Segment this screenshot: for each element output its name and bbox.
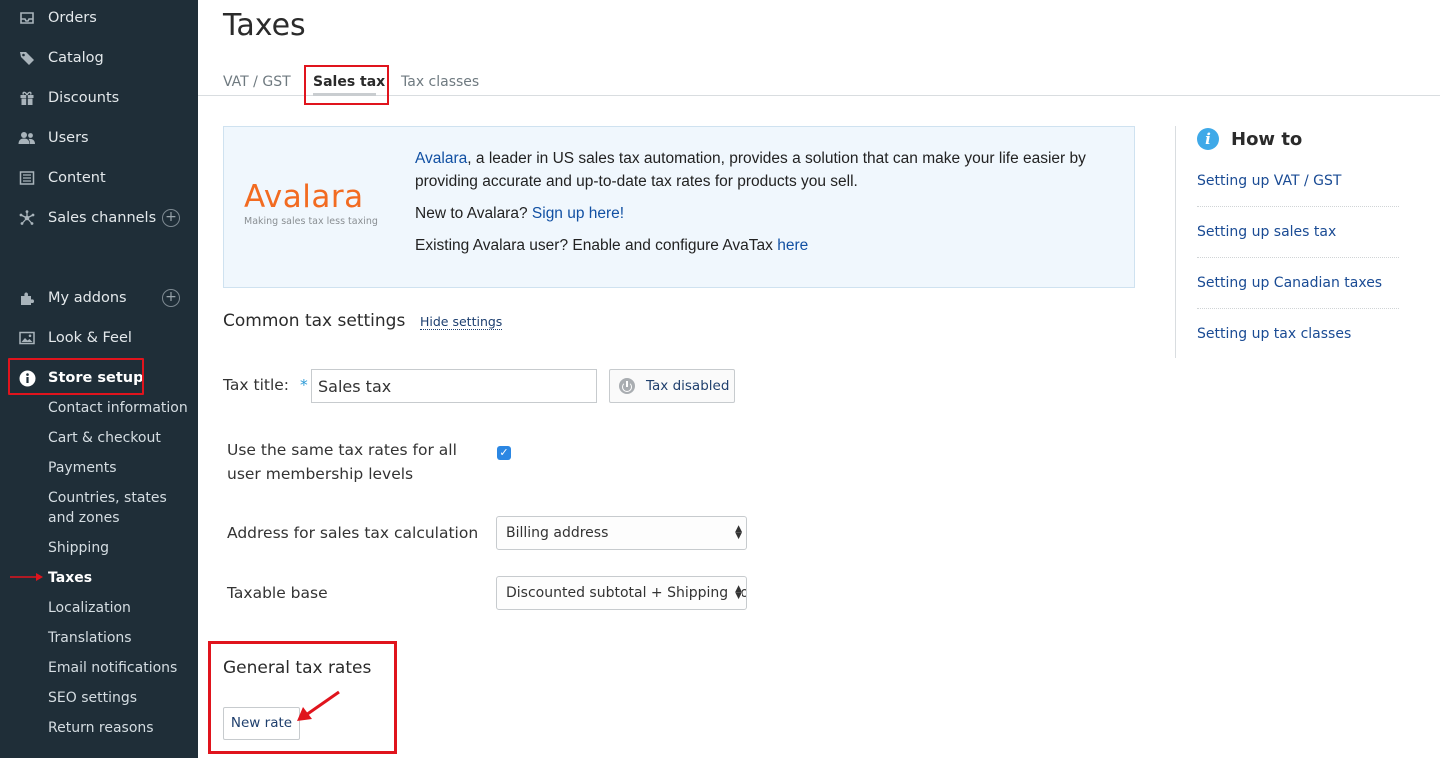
tab-vat-gst[interactable]: VAT / GST [223,74,291,90]
sidebar-subitem-translations[interactable]: Translations [48,628,132,648]
required-asterisk: * [299,376,308,394]
sidebar-item-label: Users [48,130,89,146]
avalara-logo: Avalara Making sales tax less taxing [244,179,404,227]
sidebar-item-users[interactable]: Users [0,123,198,153]
promo-signup-text: New to Avalara? [415,205,532,222]
sidebar-item-label: Content [48,170,106,186]
sidebar: Orders Catalog Discounts Users Content S… [0,0,198,758]
avalara-link[interactable]: Avalara [415,150,467,167]
address-select-value: Billing address [506,525,609,541]
page-title: Taxes [223,8,306,43]
sidebar-subitem-payments[interactable]: Payments [48,458,117,478]
tax-title-label: Tax title: * [223,373,308,397]
sidebar-item-orders[interactable]: Orders [0,3,198,33]
tax-title-input[interactable] [311,369,597,403]
tax-status-label: Tax disabled [646,378,730,394]
sidebar-item-label: Sales channels [48,210,157,226]
sidebar-item-discounts[interactable]: Discounts [0,83,198,113]
divider [1197,206,1399,207]
sidebar-item-label: Catalog [48,50,104,66]
sidebar-subitem-shipping[interactable]: Shipping [48,538,109,558]
sidebar-subitem-cart-checkout[interactable]: Cart & checkout [48,428,161,448]
sidebar-item-my-addons[interactable]: My addons + [0,283,198,313]
users-icon [18,129,36,147]
how-to-title: How to [1231,129,1303,150]
red-arrow-icon [297,690,340,721]
gift-icon [18,89,36,107]
same-rates-label: Use the same tax rates for all user memb… [227,441,457,483]
divider [1197,308,1399,309]
tab-tax-classes[interactable]: Tax classes [401,74,479,90]
new-rate-button[interactable]: New rate [223,707,300,740]
taxable-base-select[interactable]: Discounted subtotal + Shipping cost ▲ ▼ [496,576,747,610]
avalara-promo-banner: Avalara Making sales tax less taxing Ava… [223,126,1135,288]
select-arrows-icon: ▲ ▼ [733,584,742,601]
document-icon [18,169,36,187]
power-icon [619,378,635,394]
sidebar-item-catalog[interactable]: Catalog [0,43,198,73]
sidebar-item-label: My addons [48,290,127,306]
how-to-panel: i How to Setting up VAT / GST Setting up… [1175,126,1415,358]
avalara-tagline: Making sales tax less taxing [244,216,378,227]
sidebar-item-label: Discounts [48,90,120,106]
avatax-configure-link[interactable]: here [777,237,808,254]
general-tax-rates-title: General tax rates [223,658,372,678]
promo-existing-text: Existing Avalara user? Enable and config… [415,237,778,254]
address-select[interactable]: Billing address ▲ ▼ [496,516,747,550]
hide-settings-link[interactable]: Hide settings [420,314,503,330]
sidebar-item-label: Orders [48,10,97,26]
store-setup-highlight-box [8,358,144,395]
puzzle-icon [18,289,36,307]
divider [1197,257,1399,258]
sidebar-item-content[interactable]: Content [0,163,198,193]
howto-link-canadian-taxes[interactable]: Setting up Canadian taxes [1197,274,1399,292]
info-icon: i [1197,128,1219,150]
add-sales-channel-button[interactable]: + [162,209,180,227]
sidebar-subitem-contact-information[interactable]: Contact information [48,398,188,418]
taxable-base-label: Taxable base [227,584,328,602]
inbox-icon [18,9,36,27]
sidebar-subitem-taxes[interactable]: Taxes [48,568,92,588]
sidebar-item-look-and-feel[interactable]: Look & Feel [0,323,198,353]
tax-title-label-text: Tax title: [223,376,290,394]
tax-disabled-button[interactable]: Tax disabled [609,369,735,403]
promo-text: Avalara, a leader in US sales tax automa… [415,147,1125,266]
network-icon [18,209,36,227]
sidebar-subitem-countries-states-zones[interactable]: Countries, states and zones [48,488,168,528]
howto-link-tax-classes[interactable]: Setting up tax classes [1197,325,1399,343]
howto-link-sales-tax[interactable]: Setting up sales tax [1197,223,1399,241]
red-arrow-icon [10,573,43,581]
sales-tax-highlight-box [304,65,389,105]
sidebar-subitem-return-reasons[interactable]: Return reasons [48,718,154,738]
sidebar-subitem-seo-settings[interactable]: SEO settings [48,688,137,708]
address-label: Address for sales tax calculation [227,524,479,542]
sidebar-item-label: Look & Feel [48,330,132,346]
same-rates-checkbox[interactable]: ✓ [497,446,511,460]
select-arrows-icon: ▲ ▼ [733,524,742,541]
tag-icon [18,49,36,67]
promo-description: , a leader in US sales tax automation, p… [415,150,1086,190]
sidebar-subitem-localization[interactable]: Localization [48,598,131,618]
taxable-base-select-value: Discounted subtotal + Shipping cost [506,585,747,601]
sidebar-subitem-email-notifications[interactable]: Email notifications [48,658,177,678]
common-tax-settings-title: Common tax settings [223,311,406,331]
howto-link-vat-gst[interactable]: Setting up VAT / GST [1197,172,1399,190]
sidebar-item-sales-channels[interactable]: Sales channels + [0,203,198,233]
image-icon [18,329,36,347]
avalara-wordmark: Avalara [244,179,364,215]
add-addon-button[interactable]: + [162,289,180,307]
sign-up-link[interactable]: Sign up here! [532,205,624,222]
